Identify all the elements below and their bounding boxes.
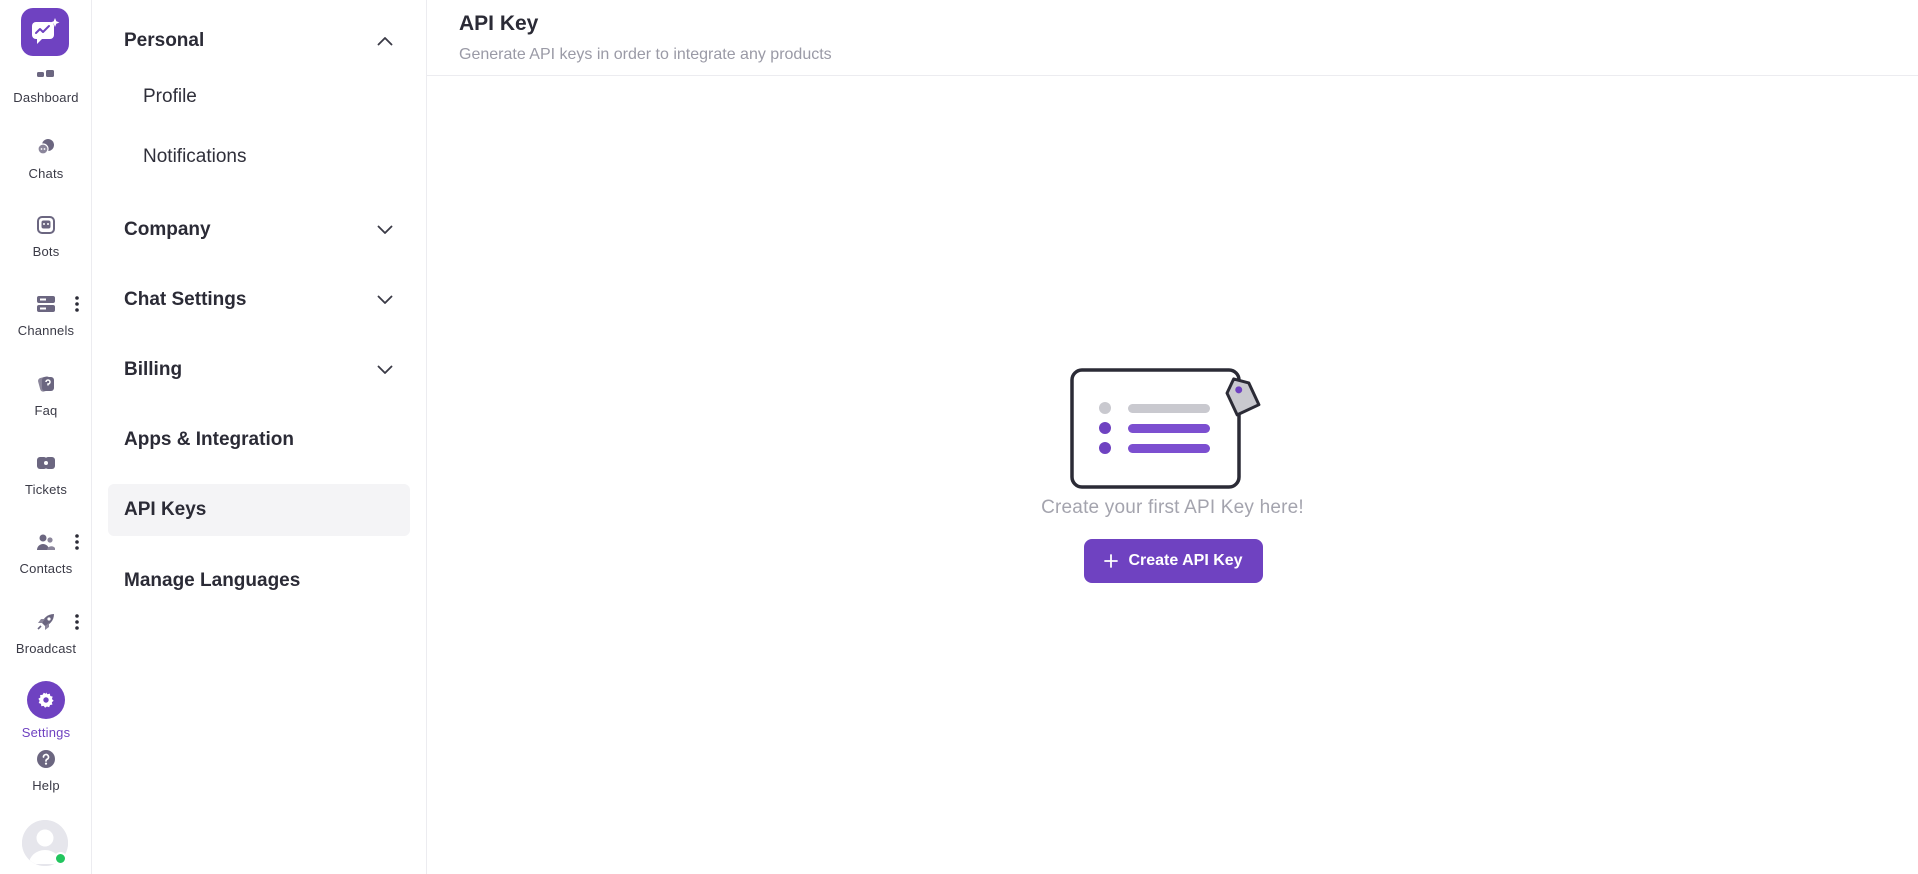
rail-item-label: Broadcast [15, 641, 77, 656]
rail-item-label: Faq [34, 403, 58, 418]
menu-section-apps-integration[interactable]: Apps & Integration [108, 414, 410, 466]
more-vertical-icon[interactable] [72, 533, 82, 551]
rail-item-bots[interactable]: Bots [0, 210, 92, 274]
rail-item-label: Bots [32, 244, 60, 259]
settings-menu: Personal Profile Notifications Company C… [92, 0, 427, 874]
chevron-down-icon [376, 291, 394, 309]
main-content: API Key Generate API keys in order to in… [427, 0, 1918, 874]
rail-item-dashboard[interactable]: Dashboard [0, 60, 92, 124]
menu-section-label: Manage Languages [124, 570, 301, 591]
ticket-icon [35, 452, 57, 474]
rail-item-settings[interactable]: Settings [0, 681, 92, 749]
rail-item-channels[interactable]: Channels [0, 289, 92, 353]
icon-rail: Dashboard Chats Bots Channels Faq Ticket… [0, 0, 92, 874]
menu-item-notifications[interactable]: Notifications [143, 146, 247, 168]
rail-item-broadcast[interactable]: Broadcast [0, 607, 92, 671]
menu-section-label: Company [124, 219, 211, 240]
plus-icon [1104, 554, 1119, 568]
menu-section-manage-languages[interactable]: Manage Languages [108, 555, 410, 607]
menu-section-personal[interactable]: Personal [108, 15, 410, 67]
faq-icon [35, 373, 57, 395]
menu-section-label: Billing [124, 359, 183, 380]
more-vertical-icon[interactable] [72, 295, 82, 313]
menu-section-billing[interactable]: Billing [108, 344, 410, 396]
chevron-down-icon [376, 221, 394, 239]
rail-item-faq[interactable]: Faq [0, 369, 92, 433]
menu-section-company[interactable]: Company [108, 204, 410, 256]
page-title: API Key [459, 12, 539, 35]
chevron-up-icon [376, 32, 394, 50]
menu-section-chat-settings[interactable]: Chat Settings [108, 274, 410, 326]
menu-item-profile[interactable]: Profile [143, 86, 197, 108]
rail-item-label: Settings [21, 725, 71, 740]
channels-icon [35, 293, 57, 315]
dashboard-icon [35, 64, 57, 86]
rail-item-label: Contacts [19, 561, 73, 576]
rail-item-label: Tickets [24, 482, 68, 497]
app-logo[interactable] [21, 8, 69, 56]
empty-state-text: Create your first API Key here! [1041, 497, 1304, 518]
chevron-down-icon [376, 361, 394, 379]
create-api-key-label: Create API Key [1128, 552, 1243, 569]
help-icon [35, 748, 57, 770]
menu-section-label: API Keys [124, 499, 207, 520]
menu-section-label: Apps & Integration [124, 429, 294, 450]
menu-section-api-keys[interactable]: API Keys [108, 484, 410, 536]
page-subtitle: Generate API keys in order to integrate … [459, 46, 832, 63]
online-status-dot [54, 852, 67, 865]
rail-item-label: Dashboard [13, 90, 79, 105]
rail-item-label: Channels [17, 323, 75, 338]
api-key-empty-illustration [1070, 368, 1261, 489]
rail-item-contacts[interactable]: Contacts [0, 527, 92, 591]
menu-section-label: Chat Settings [124, 289, 247, 310]
page-header: API Key Generate API keys in order to in… [427, 0, 1918, 76]
rail-item-label: Chats [28, 166, 64, 181]
menu-section-label: Personal [124, 30, 205, 51]
bot-icon [35, 214, 57, 236]
contacts-icon [35, 531, 57, 553]
rail-item-tickets[interactable]: Tickets [0, 448, 92, 512]
rail-item-help[interactable]: Help [0, 744, 92, 808]
chat-logo-icon [32, 18, 60, 44]
chat-bubbles-icon [35, 136, 57, 158]
rail-item-label: Help [32, 778, 60, 793]
create-api-key-button[interactable]: Create API Key [1084, 539, 1263, 583]
more-vertical-icon[interactable] [72, 613, 82, 631]
gear-icon [27, 681, 65, 719]
rocket-icon [35, 611, 57, 633]
rail-item-chats[interactable]: Chats [0, 132, 92, 196]
